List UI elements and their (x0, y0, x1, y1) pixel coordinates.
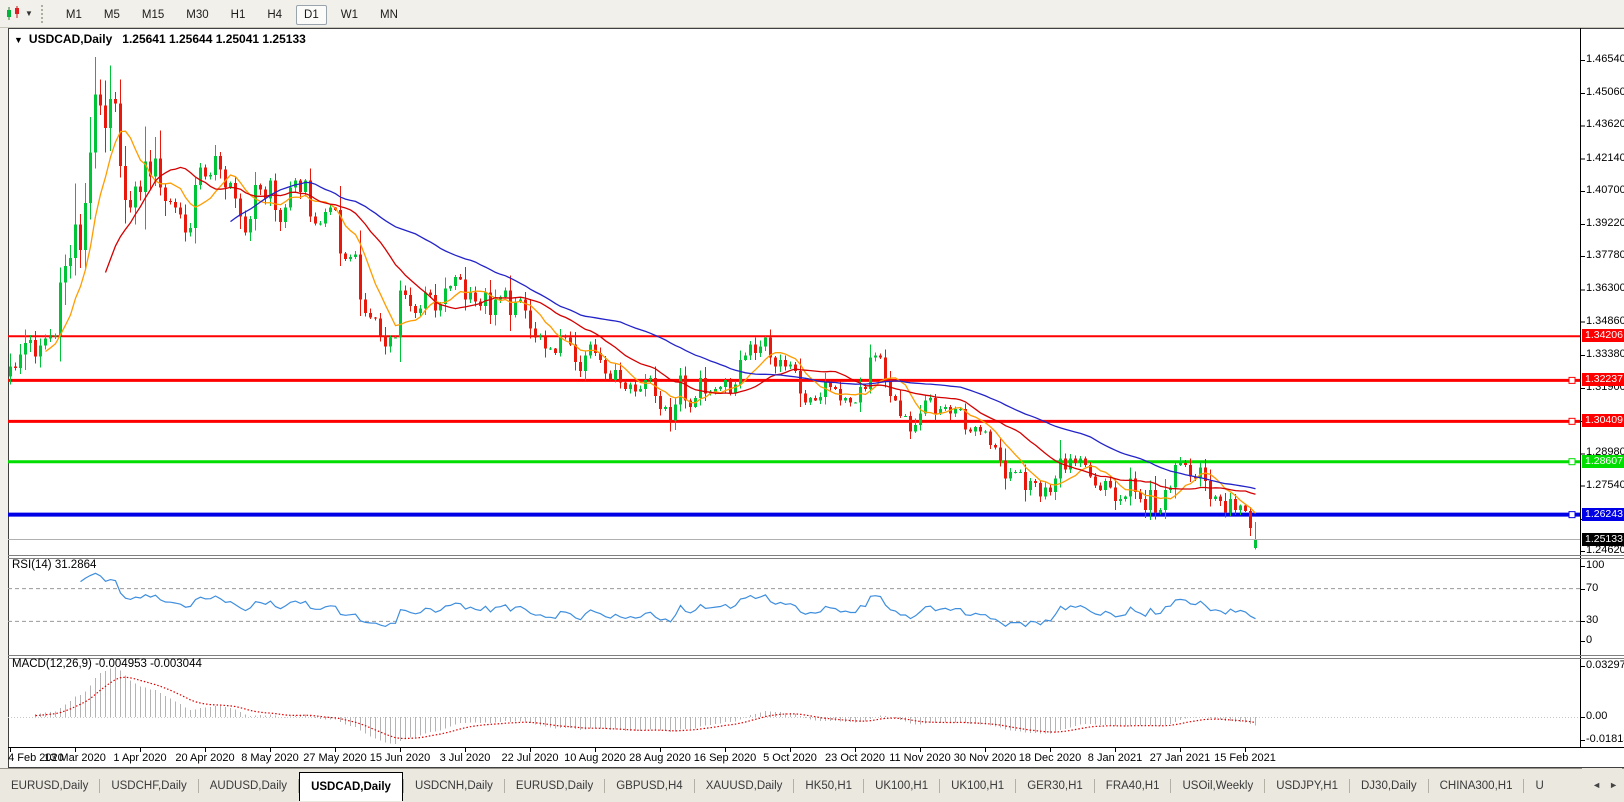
price-level-badge: 1.32237 (1582, 373, 1624, 387)
price-axis-label: 1.43620 (1586, 118, 1624, 131)
chart-tab-hk50-h1[interactable]: HK50,H1 (794, 773, 863, 799)
time-axis-label: 8 Jan 2021 (1087, 752, 1143, 764)
time-axis-label: 5 Oct 2020 (763, 752, 817, 764)
current-price-badge: 1.25133 (1582, 532, 1624, 546)
chart-tab-dj30-daily[interactable]: DJ30,Daily (1350, 773, 1428, 799)
timeframe-button-h1[interactable]: H1 (223, 5, 254, 25)
chart-tab-usdcnh-daily[interactable]: USDCNH,Daily (404, 773, 504, 799)
chevron-down-icon[interactable]: ▼ (25, 9, 33, 18)
window-left-margin (0, 28, 8, 768)
price-axis-label: 1.39220 (1586, 216, 1624, 229)
tab-scroll-right-button[interactable]: ► (1605, 778, 1622, 792)
tab-scroll-arrows: ◄ ► (1582, 768, 1622, 802)
chart-tab-eurusd-daily[interactable]: EURUSD,Daily (0, 773, 99, 799)
timeframe-button-h4[interactable]: H4 (259, 5, 290, 25)
price-axis-label: 1.27540 (1586, 478, 1624, 491)
rsi-axis-label: 100 (1586, 559, 1605, 571)
time-axis-label: 3 Jul 2020 (439, 752, 491, 764)
timeframe-button-m5[interactable]: M5 (96, 5, 128, 25)
timeframe-toolbar: ▼ M1 M5 M15 M30 H1 H4 D1 W1 MN (0, 0, 1624, 28)
price-axis-label: 1.34860 (1586, 314, 1624, 327)
price-level-badge: 1.26243 (1582, 507, 1624, 521)
chart-tab-china300-h1[interactable]: CHINA300,H1 (1429, 773, 1524, 799)
price-axis-label: 1.40700 (1586, 183, 1624, 196)
chart-tab-usoil-weekly[interactable]: USOil,Weekly (1171, 773, 1264, 799)
time-axis-label: 27 May 2020 (303, 752, 367, 764)
price-axis-label: 1.37780 (1586, 249, 1624, 262)
price-level-badge: 1.34206 (1582, 329, 1624, 343)
timeframe-button-mn[interactable]: MN (372, 5, 406, 25)
time-axis-label: 16 Sep 2020 (693, 752, 757, 764)
chart-tab-xauusd-daily[interactable]: XAUUSD,Daily (695, 773, 794, 799)
tab-scroll-left-button[interactable]: ◄ (1588, 778, 1605, 792)
time-axis-label: 23 Oct 2020 (825, 752, 885, 764)
timeframe-button-m30[interactable]: M30 (178, 5, 216, 25)
chart-tab-fra40-h1[interactable]: FRA40,H1 (1095, 773, 1171, 799)
chart-tab-usdcad-daily[interactable]: USDCAD,Daily (299, 772, 403, 801)
rsi-axis-label: 30 (1586, 614, 1599, 626)
time-axis-label: 30 Nov 2020 (953, 752, 1017, 764)
time-axis-label: 27 Jan 2021 (1149, 752, 1211, 764)
time-axis-label: 11 Nov 2020 (889, 752, 951, 764)
timeframe-buttons: M1 M5 M15 M30 H1 H4 D1 W1 MN (55, 4, 409, 25)
collapse-triangle-icon[interactable]: ▼ (14, 35, 23, 45)
price-axis-label: 1.33380 (1586, 347, 1624, 360)
price-axis-label: 1.24620 (1586, 544, 1624, 556)
timeframe-button-w1[interactable]: W1 (333, 5, 366, 25)
time-axis-label: 28 Aug 2020 (629, 752, 691, 764)
chart-title: ▼ USDCAD,Daily 1.25641 1.25644 1.25041 1.2… (14, 32, 306, 46)
rsi-axis-label: 0 (1586, 634, 1593, 646)
chart-tab-usdchf-daily[interactable]: USDCHF,Daily (100, 773, 197, 799)
timeframe-button-m1[interactable]: M1 (58, 5, 90, 25)
rsi-axis-label: 70 (1586, 582, 1599, 594)
chart-tab-gbpusd-h4[interactable]: GBPUSD,H4 (605, 773, 693, 799)
macd-indicator-label: MACD(12,26,9) -0.004953 -0.003044 (12, 658, 202, 670)
chart-tab-ger30-h1[interactable]: GER30,H1 (1016, 773, 1094, 799)
chart-ohlc-values: 1.25641 1.25644 1.25041 1.25133 (122, 32, 306, 46)
time-axis-label: 8 May 2020 (241, 752, 299, 764)
chart-tab-u[interactable]: U (1524, 773, 1554, 799)
chart-tab-audusd-daily[interactable]: AUDUSD,Daily (199, 773, 298, 799)
rsi-indicator-label: RSI(14) 31.2864 (12, 559, 97, 571)
trading-terminal-window: ▼ M1 M5 M15 M30 H1 H4 D1 W1 MN ▼ USDCAD,Daily 1.25… (0, 0, 1624, 802)
time-axis-label: 20 Apr 2020 (175, 752, 235, 764)
price-level-badge: 1.30409 (1582, 414, 1624, 428)
price-level-badge: 1.28607 (1582, 454, 1624, 468)
macd-axis-label: -0.018154 (1586, 733, 1624, 745)
chart-tab-bar: EURUSD,Daily USDCHF,Daily AUDUSD,Daily USDC… (0, 768, 1624, 802)
price-axis-label: 1.36300 (1586, 282, 1624, 295)
chart-tab-eurusd-daily[interactable]: EURUSD,Daily (505, 773, 604, 799)
timeframe-button-m15[interactable]: M15 (134, 5, 172, 25)
candlestick-chart-icon[interactable] (4, 5, 24, 23)
macd-axis-label: 0.00 (1586, 710, 1608, 722)
time-axis-label: 13 Mar 2020 (44, 752, 106, 764)
chart-tab-uk100-h1[interactable]: UK100,H1 (940, 773, 1015, 799)
time-axis-label: 15 Feb 2021 (1214, 752, 1276, 764)
price-axis-label: 1.45060 (1586, 86, 1624, 99)
time-axis-label: 1 Apr 2020 (113, 752, 167, 764)
price-axis-label: 1.46540 (1586, 53, 1624, 65)
time-axis-label: 15 Jun 2020 (369, 752, 431, 764)
time-axis-label: 18 Dec 2020 (1018, 752, 1082, 764)
price-chart-canvas[interactable] (0, 0, 1624, 802)
macd-axis-label: 0.032972 (1586, 659, 1624, 671)
time-axis-label: 22 Jul 2020 (501, 752, 559, 764)
time-axis-label: 10 Aug 2020 (564, 752, 626, 764)
timeframe-button-d1[interactable]: D1 (296, 4, 327, 25)
toolbar-grip-handle[interactable] (40, 4, 47, 23)
chart-tab-uk100-h1[interactable]: UK100,H1 (864, 773, 939, 799)
chart-symbol-period: USDCAD,Daily (28, 32, 113, 46)
chart-tab-usdjpy-h1[interactable]: USDJPY,H1 (1265, 773, 1349, 799)
price-axis-label: 1.42140 (1586, 151, 1624, 164)
